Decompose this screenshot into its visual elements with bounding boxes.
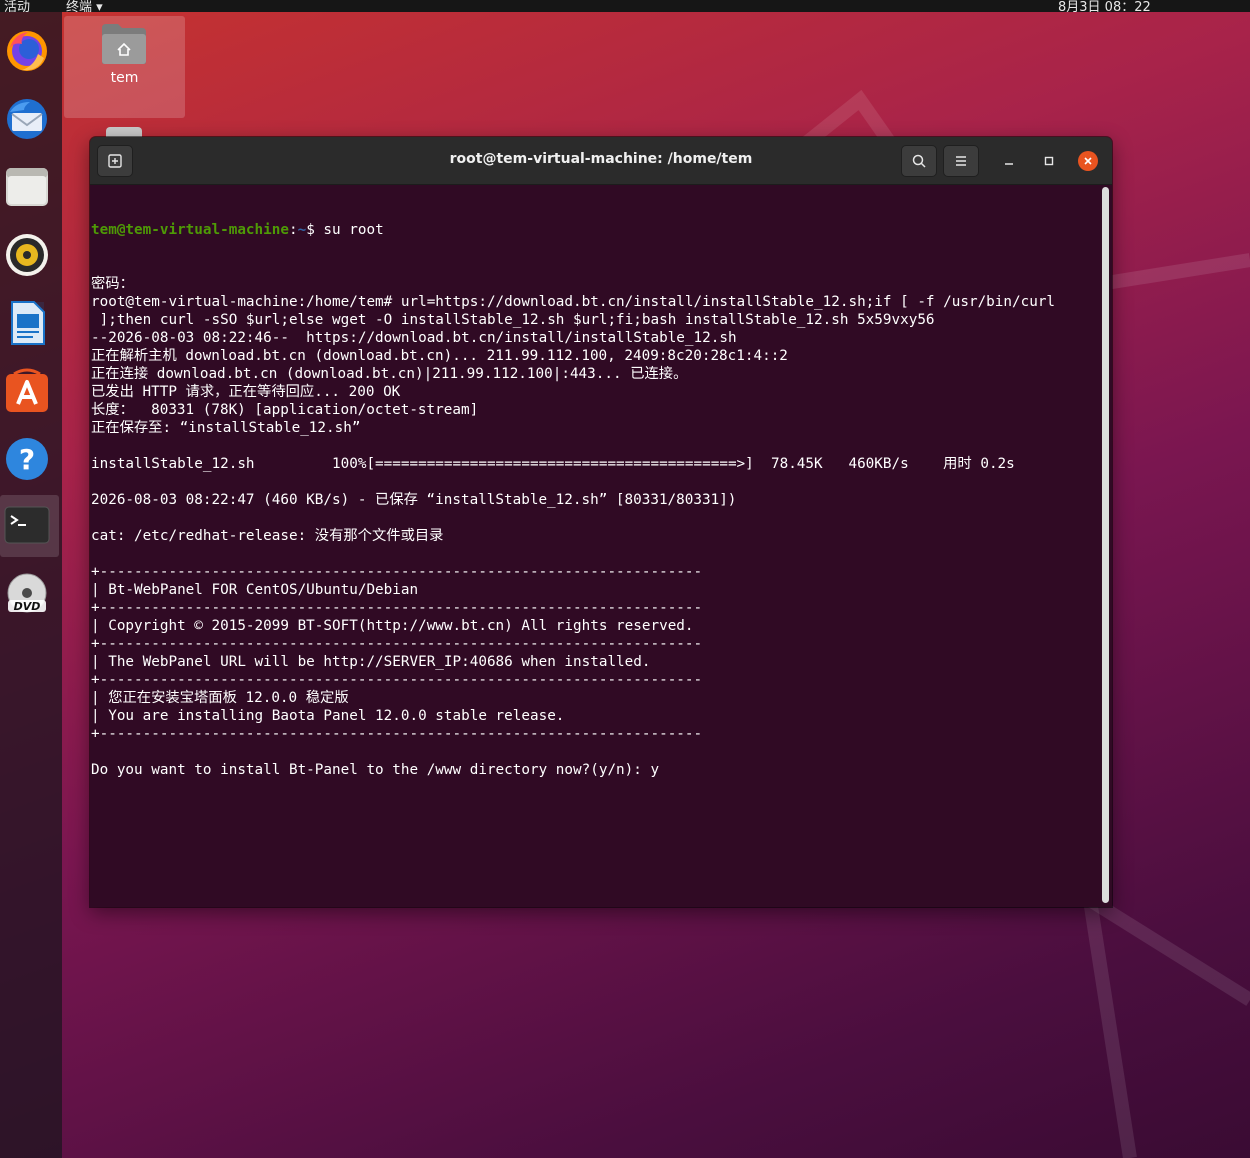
close-icon xyxy=(1084,157,1092,165)
terminal-line: | Bt-WebPanel FOR CentOS/Ubuntu/Debian xyxy=(91,582,419,598)
window-title: root@tem-virtual-machine: /home/tem xyxy=(449,151,753,167)
terminal-lines: 密码： root@tem-virtual-machine:/home/tem# u… xyxy=(91,275,1100,779)
help-icon: ? xyxy=(6,438,48,480)
terminal-line: --2026-08-03 08:22:46-- https://download… xyxy=(91,330,737,346)
dock-item-files[interactable] xyxy=(4,164,50,210)
dvd-icon: DVD xyxy=(7,573,47,613)
dock-item-thunderbird[interactable] xyxy=(4,96,50,142)
dock-item-software[interactable] xyxy=(4,368,50,414)
prompt-user: tem@tem-virtual-machine xyxy=(91,222,289,238)
app-store-icon xyxy=(6,368,48,412)
terminal-line: +---------------------------------------… xyxy=(91,600,703,616)
terminal-line: | You are installing Baota Panel 12.0.0 … xyxy=(91,708,565,724)
dvd-label: DVD xyxy=(14,600,41,613)
thunderbird-icon xyxy=(7,99,47,139)
folder-icon xyxy=(6,168,48,206)
terminal-line: root@tem-virtual-machine:/home/tem# url=… xyxy=(91,294,1056,310)
top-bar: 活动 终端 ▾ 8月3日 08：22 xyxy=(0,0,1250,12)
activities-button[interactable]: 活动 xyxy=(4,0,30,12)
app-menu-button[interactable]: 终端 ▾ xyxy=(66,0,103,12)
terminal-line: | 您正在安装宝塔面板 12.0.0 稳定版 xyxy=(91,690,349,706)
title-bar[interactable]: root@tem-virtual-machine: /home/tem xyxy=(90,137,1112,185)
terminal-line: +---------------------------------------… xyxy=(91,672,703,688)
terminal-line: 正在保存至: “installStable_12.sh” xyxy=(91,420,361,436)
terminal-line: 正在解析主机 download.bt.cn (download.bt.cn)..… xyxy=(91,348,788,364)
firefox-icon xyxy=(7,31,47,71)
terminal-line: +---------------------------------------… xyxy=(91,564,703,580)
hamburger-menu-icon xyxy=(956,156,966,166)
search-icon xyxy=(912,154,926,168)
menu-button[interactable] xyxy=(943,145,979,177)
prompt-path: ~ xyxy=(297,222,307,238)
terminal-icon xyxy=(4,506,50,544)
maximize-icon xyxy=(1044,156,1054,166)
svg-text:?: ? xyxy=(19,443,35,476)
terminal-line: 密码： xyxy=(91,276,134,292)
dock-item-terminal[interactable] xyxy=(4,503,50,549)
terminal-line: +---------------------------------------… xyxy=(91,726,703,742)
speaker-icon xyxy=(6,234,48,276)
dock-item-help[interactable]: ? xyxy=(4,436,50,482)
dock-item-rhythmbox[interactable] xyxy=(4,232,50,278)
terminal-line: 长度： 80331 (78K) [application/octet-strea… xyxy=(91,402,479,418)
terminal-line: 2026-08-03 08:22:47 (460 KB/s) - 已保存 “in… xyxy=(91,492,737,508)
close-button[interactable] xyxy=(1078,151,1098,171)
terminal-line: cat: /etc/redhat-release: 没有那个文件或目录 xyxy=(91,528,444,544)
terminal-line: | The WebPanel URL will be http://SERVER… xyxy=(91,654,651,670)
clock[interactable]: 8月3日 08：22 xyxy=(1058,0,1151,12)
home-folder-icon xyxy=(102,24,146,64)
terminal-line: installStable_12.sh 100%[===============… xyxy=(91,456,1015,472)
desktop: 活动 终端 ▾ 8月3日 08：22 ? DVD tem root@tem-vi… xyxy=(0,0,1250,1158)
dock: ? DVD xyxy=(0,12,62,1158)
terminal-prompt-line: tem@tem-virtual-machine:~$ su root xyxy=(91,221,1100,239)
new-tab-icon xyxy=(108,154,122,168)
dock-item-writer[interactable] xyxy=(4,300,50,346)
terminal-scrollbar[interactable] xyxy=(1102,187,1109,903)
minimize-button[interactable] xyxy=(999,151,1019,171)
dock-item-firefox[interactable] xyxy=(4,28,50,74)
maximize-button[interactable] xyxy=(1039,151,1059,171)
minimize-icon xyxy=(1005,163,1013,165)
terminal-output[interactable]: tem@tem-virtual-machine:~$ su root 密码： ro… xyxy=(90,185,1100,907)
terminal-line: Do you want to install Bt-Panel to the /… xyxy=(91,762,660,778)
terminal-line: +---------------------------------------… xyxy=(91,636,703,652)
desktop-folder-label: tem xyxy=(110,70,139,86)
terminal-line: ];then curl -sSO $url;else wget -O insta… xyxy=(91,312,935,328)
new-tab-button[interactable] xyxy=(97,145,133,177)
document-icon xyxy=(11,301,45,345)
terminal-line: | Copyright © 2015-2099 BT-SOFT(http://w… xyxy=(91,618,694,634)
search-button[interactable] xyxy=(901,145,937,177)
prompt-separator: : xyxy=(288,222,298,238)
dock-item-dvd[interactable]: DVD xyxy=(4,572,50,618)
desktop-folder-tem[interactable]: tem xyxy=(64,16,185,118)
terminal-window[interactable]: root@tem-virtual-machine: /home/tem tem@… xyxy=(90,137,1112,907)
terminal-line: 正在连接 download.bt.cn (download.bt.cn)|211… xyxy=(91,366,688,382)
terminal-line: 已发出 HTTP 请求，正在等待回应... 200 OK xyxy=(91,384,401,400)
prompt-command: $ su root xyxy=(306,222,384,238)
